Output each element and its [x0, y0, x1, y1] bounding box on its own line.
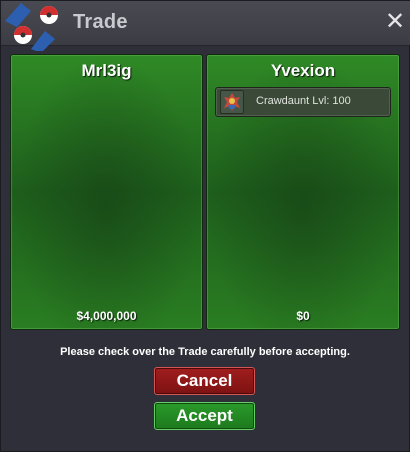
pokemon-sprite-icon [220, 90, 244, 114]
trade-notice: Please check over the Trade carefully be… [60, 346, 350, 358]
close-icon[interactable]: ✕ [385, 10, 405, 34]
window-title: Trade [73, 11, 128, 33]
title-bar[interactable]: Trade ✕ [1, 1, 410, 51]
partner-offer-panel: Yvexion Crawdaunt Lvl: 100 $0 [206, 54, 400, 330]
money-left: $4,000,000 [76, 309, 137, 323]
trade-item[interactable]: Crawdaunt Lvl: 100 [215, 87, 391, 117]
accept-button[interactable]: Accept [154, 402, 255, 430]
cancel-button[interactable]: Cancel [154, 367, 255, 395]
my-offer-panel: Mrl3ig $4,000,000 [10, 54, 203, 330]
player-name-left: Mrl3ig [81, 61, 132, 80]
trade-window: Trade ✕ Mrl3ig $4,000,000 Yvexion Crawda… [0, 0, 410, 452]
trade-item-label: Crawdaunt Lvl: 100 [256, 95, 351, 107]
money-right: $0 [296, 309, 310, 323]
pokeball-logo-icon [5, 3, 58, 51]
player-name-right: Yvexion [270, 61, 336, 80]
